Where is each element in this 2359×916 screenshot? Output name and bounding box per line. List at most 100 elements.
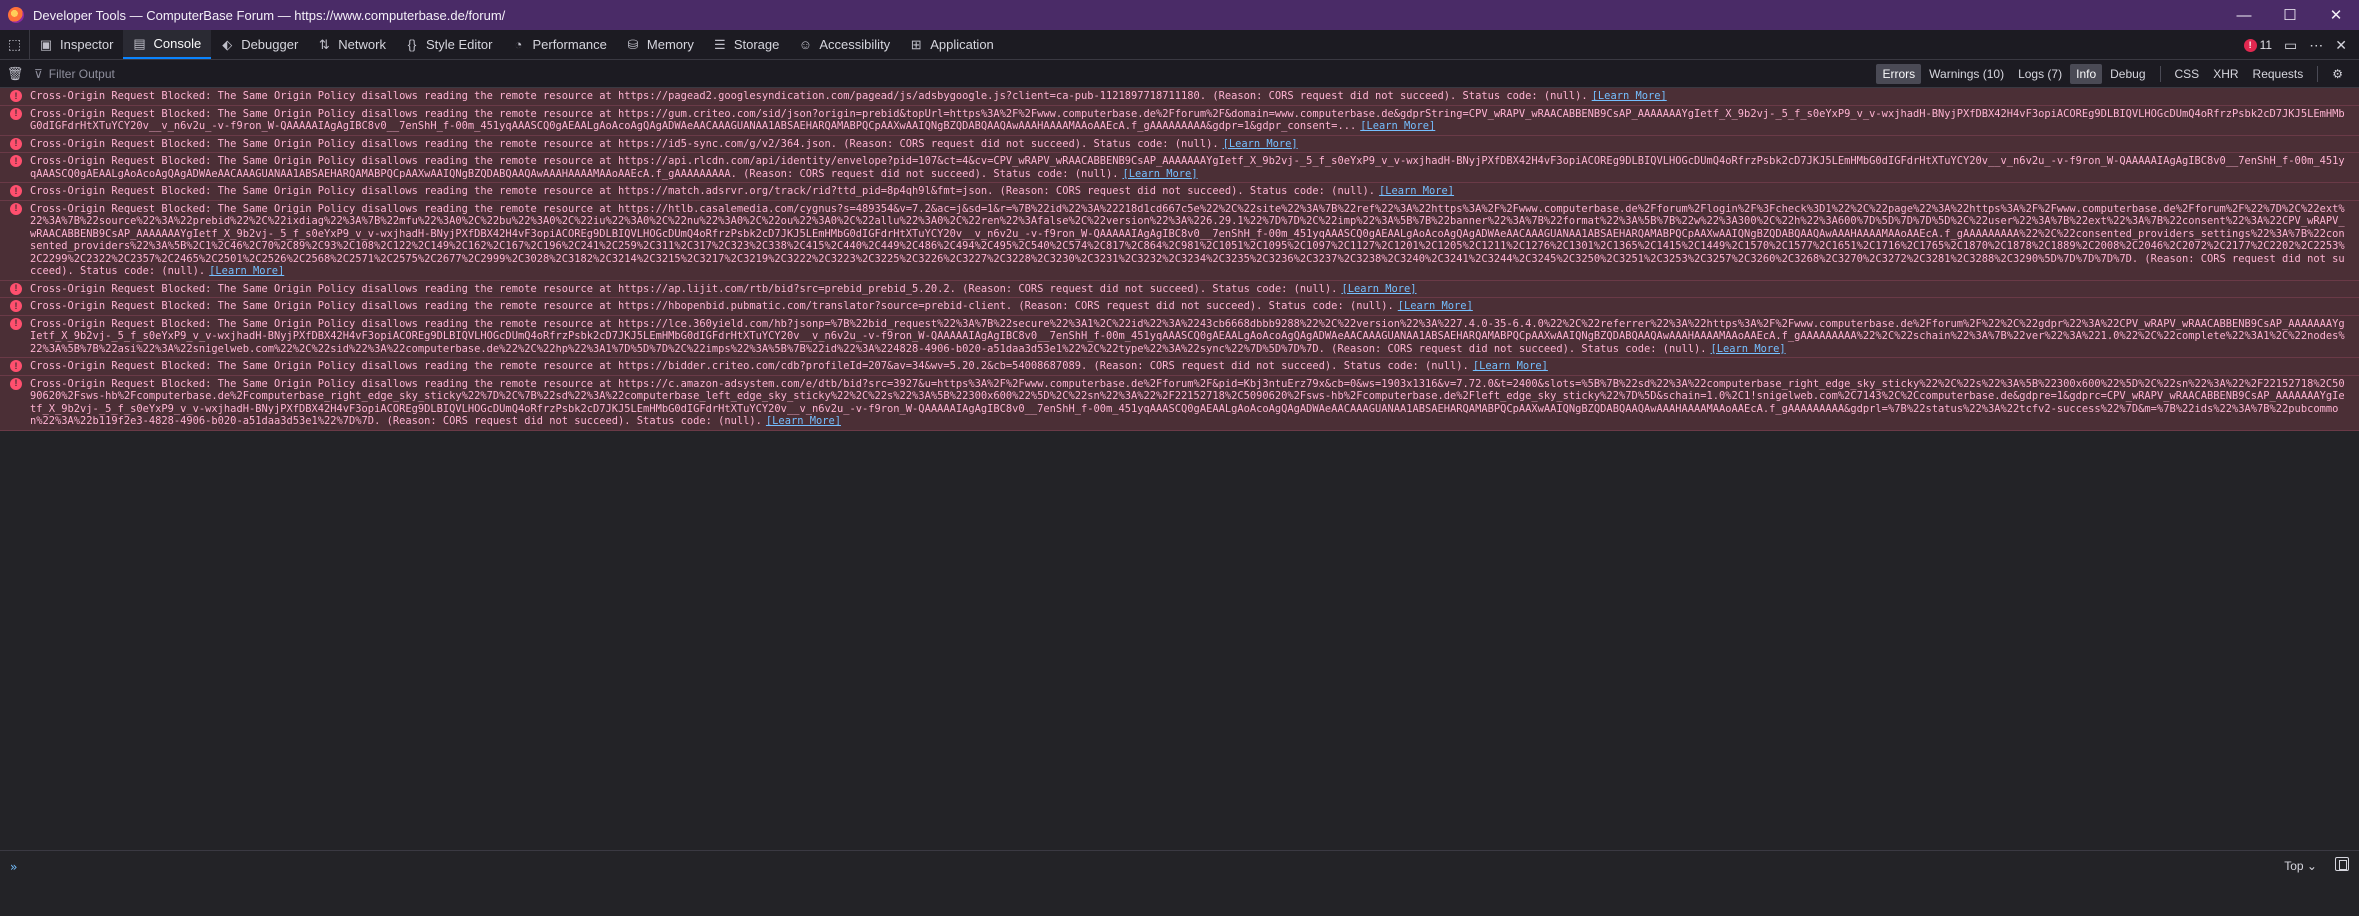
filter-requests[interactable]: Requests (2247, 64, 2310, 84)
tab-console[interactable]: ▤ Console (123, 30, 212, 59)
error-icon: ! (10, 377, 22, 390)
tab-label: Application (930, 37, 994, 52)
tab-label: Inspector (60, 37, 114, 52)
console-icon: ▤ (133, 35, 146, 51)
divider (2317, 66, 2319, 82)
filter-info[interactable]: Info (2070, 64, 2103, 84)
firefox-logo-icon (8, 7, 24, 23)
style-editor-icon: {} (407, 37, 417, 52)
minimize-button[interactable]: — (2221, 0, 2267, 30)
message-text: Cross-Origin Request Blocked: The Same O… (30, 377, 2345, 428)
responsive-design-icon[interactable]: ▭ (2284, 37, 2297, 54)
element-picker-icon[interactable]: ⬚ (0, 30, 30, 59)
message-text: Cross-Origin Request Blocked: The Same O… (30, 202, 2345, 278)
close-button[interactable]: ✕ (2313, 0, 2359, 30)
message-text: Cross-Origin Request Blocked: The Same O… (30, 107, 2345, 133)
tab-label: Memory (646, 37, 694, 52)
learn-more-link[interactable]: [Learn More] (1341, 283, 1416, 295)
filter-xhr[interactable]: XHR (2207, 64, 2244, 84)
console-error-message: ! Cross-Origin Request Blocked: The Same … (0, 280, 2359, 298)
debugger-icon: ⬖ (222, 36, 233, 52)
console-error-message: ! Cross-Origin Request Blocked: The Same … (0, 153, 2359, 183)
tab-style-editor[interactable]: {} Style Editor (396, 30, 502, 59)
filter-warnings[interactable]: Warnings (10) (1923, 64, 2010, 84)
tab-storage[interactable]: ☰ Storage (704, 30, 790, 59)
filter-debug[interactable]: Debug (2104, 64, 2151, 84)
console-error-message: ! Cross-Origin Request Blocked: The Same … (0, 183, 2359, 201)
maximize-button[interactable]: ☐ (2267, 0, 2313, 30)
console-filter-bar: 🗑 ⊽ Errors Warnings (10) Logs (7) Info D… (0, 60, 2359, 88)
learn-more-link[interactable]: [Learn More] (209, 265, 284, 277)
message-text: Cross-Origin Request Blocked: The Same O… (30, 282, 1338, 295)
toolbox-right-controls: ! 11 ▭ ⋯ ✕ (2243, 30, 2359, 60)
console-output: ! Cross-Origin Request Blocked: The Same … (0, 88, 2359, 850)
tab-label: Storage (733, 37, 780, 52)
tab-label: Performance (532, 37, 607, 52)
learn-more-link[interactable]: [Learn More] (1123, 168, 1198, 180)
console-input-area: » Top ⌄ (0, 850, 2359, 916)
error-icon: ! (10, 90, 22, 102)
console-error-message: ! Cross-Origin Request Blocked: The Same … (0, 315, 2359, 358)
error-icon: ! (10, 360, 22, 372)
console-error-message: ! Cross-Origin Request Blocked: The Same … (0, 105, 2359, 136)
error-icon: ! (10, 202, 22, 215)
learn-more-link[interactable]: [Learn More] (1711, 343, 1786, 355)
learn-more-link[interactable]: [Learn More] (1360, 120, 1435, 132)
message-text: Cross-Origin Request Blocked: The Same O… (30, 90, 1588, 102)
tab-network[interactable]: ⇅ Network (308, 30, 396, 59)
log-level-filters: Errors Warnings (10) Logs (7) Info Debug… (1876, 60, 2349, 88)
window-titlebar: Developer Tools — ComputerBase Forum — h… (0, 0, 2359, 30)
inspector-icon: ▣ (39, 36, 53, 52)
error-icon: ! (2243, 38, 2257, 52)
close-devtools-icon[interactable]: ✕ (2335, 37, 2347, 54)
filter-output-input[interactable] (48, 66, 249, 81)
devtools-toolbox: ⬚ ▣ Inspector ▤ Console ⬖ Debugger ⇅ Network… (0, 30, 2359, 60)
console-error-message: ! Cross-Origin Request Blocked: The Same … (0, 200, 2359, 281)
error-count: 11 (2259, 38, 2273, 52)
tab-label: Console (153, 36, 202, 51)
console-error-message: ! Cross-Origin Request Blocked: The Same … (0, 298, 2359, 316)
console-error-message: ! Cross-Origin Request Blocked: The Same … (0, 358, 2359, 376)
learn-more-link[interactable]: [Learn More] (1398, 300, 1473, 312)
learn-more-link[interactable]: [Learn More] (1592, 90, 1667, 102)
console-command-input[interactable] (30, 858, 2030, 876)
divider (2159, 66, 2161, 82)
filter-logs[interactable]: Logs (7) (2012, 64, 2068, 84)
error-icon: ! (10, 185, 22, 197)
filter-css[interactable]: CSS (2169, 64, 2206, 84)
learn-more-link[interactable]: [Learn More] (1473, 360, 1548, 372)
filter-errors[interactable]: Errors (1876, 64, 1922, 84)
message-text: Cross-Origin Request Blocked: The Same O… (30, 360, 1469, 372)
message-text: Cross-Origin Request Blocked: The Same O… (30, 317, 2345, 355)
error-count-badge[interactable]: ! 11 (2243, 38, 2273, 52)
tab-label: Debugger (241, 37, 299, 52)
error-icon: ! (10, 317, 22, 330)
console-settings-icon[interactable]: ⚙ (2326, 64, 2349, 84)
tab-memory[interactable]: ⛁ Memory (617, 30, 704, 59)
message-text: Cross-Origin Request Blocked: The Same O… (30, 300, 1394, 312)
tab-application[interactable]: ⊞ Application (900, 30, 1004, 59)
tab-label: Style Editor (425, 37, 493, 52)
tab-label: Network (338, 37, 386, 52)
console-error-message: ! Cross-Origin Request Blocked: The Same … (0, 375, 2359, 431)
tab-debugger[interactable]: ⬖ Debugger (211, 30, 308, 59)
tab-label: Accessibility (819, 37, 891, 52)
learn-more-link[interactable]: [Learn More] (1379, 185, 1454, 197)
learn-more-link[interactable]: [Learn More] (1223, 138, 1298, 150)
editor-mode-icon[interactable] (2335, 857, 2349, 871)
filter-field[interactable]: ⊽ (34, 63, 274, 85)
context-selector[interactable]: Top ⌄ (2284, 859, 2317, 873)
tab-inspector[interactable]: ▣ Inspector (30, 30, 123, 59)
network-icon: ⇅ (318, 36, 330, 52)
performance-icon: ◔ (514, 37, 523, 52)
more-options-icon[interactable]: ⋯ (2309, 37, 2323, 54)
tab-accessibility[interactable]: ☺ Accessibility (789, 30, 900, 59)
window-controls: — ☐ ✕ (2221, 0, 2359, 30)
learn-more-link[interactable]: [Learn More] (766, 415, 841, 427)
error-icon: ! (10, 155, 22, 167)
error-icon: ! (10, 300, 22, 312)
console-error-message: ! Cross-Origin Request Blocked: The Same … (0, 88, 2359, 106)
tab-performance[interactable]: ◔ Performance (502, 30, 616, 59)
memory-icon: ⛁ (627, 36, 639, 52)
clear-console-icon[interactable]: 🗑 (0, 66, 30, 82)
